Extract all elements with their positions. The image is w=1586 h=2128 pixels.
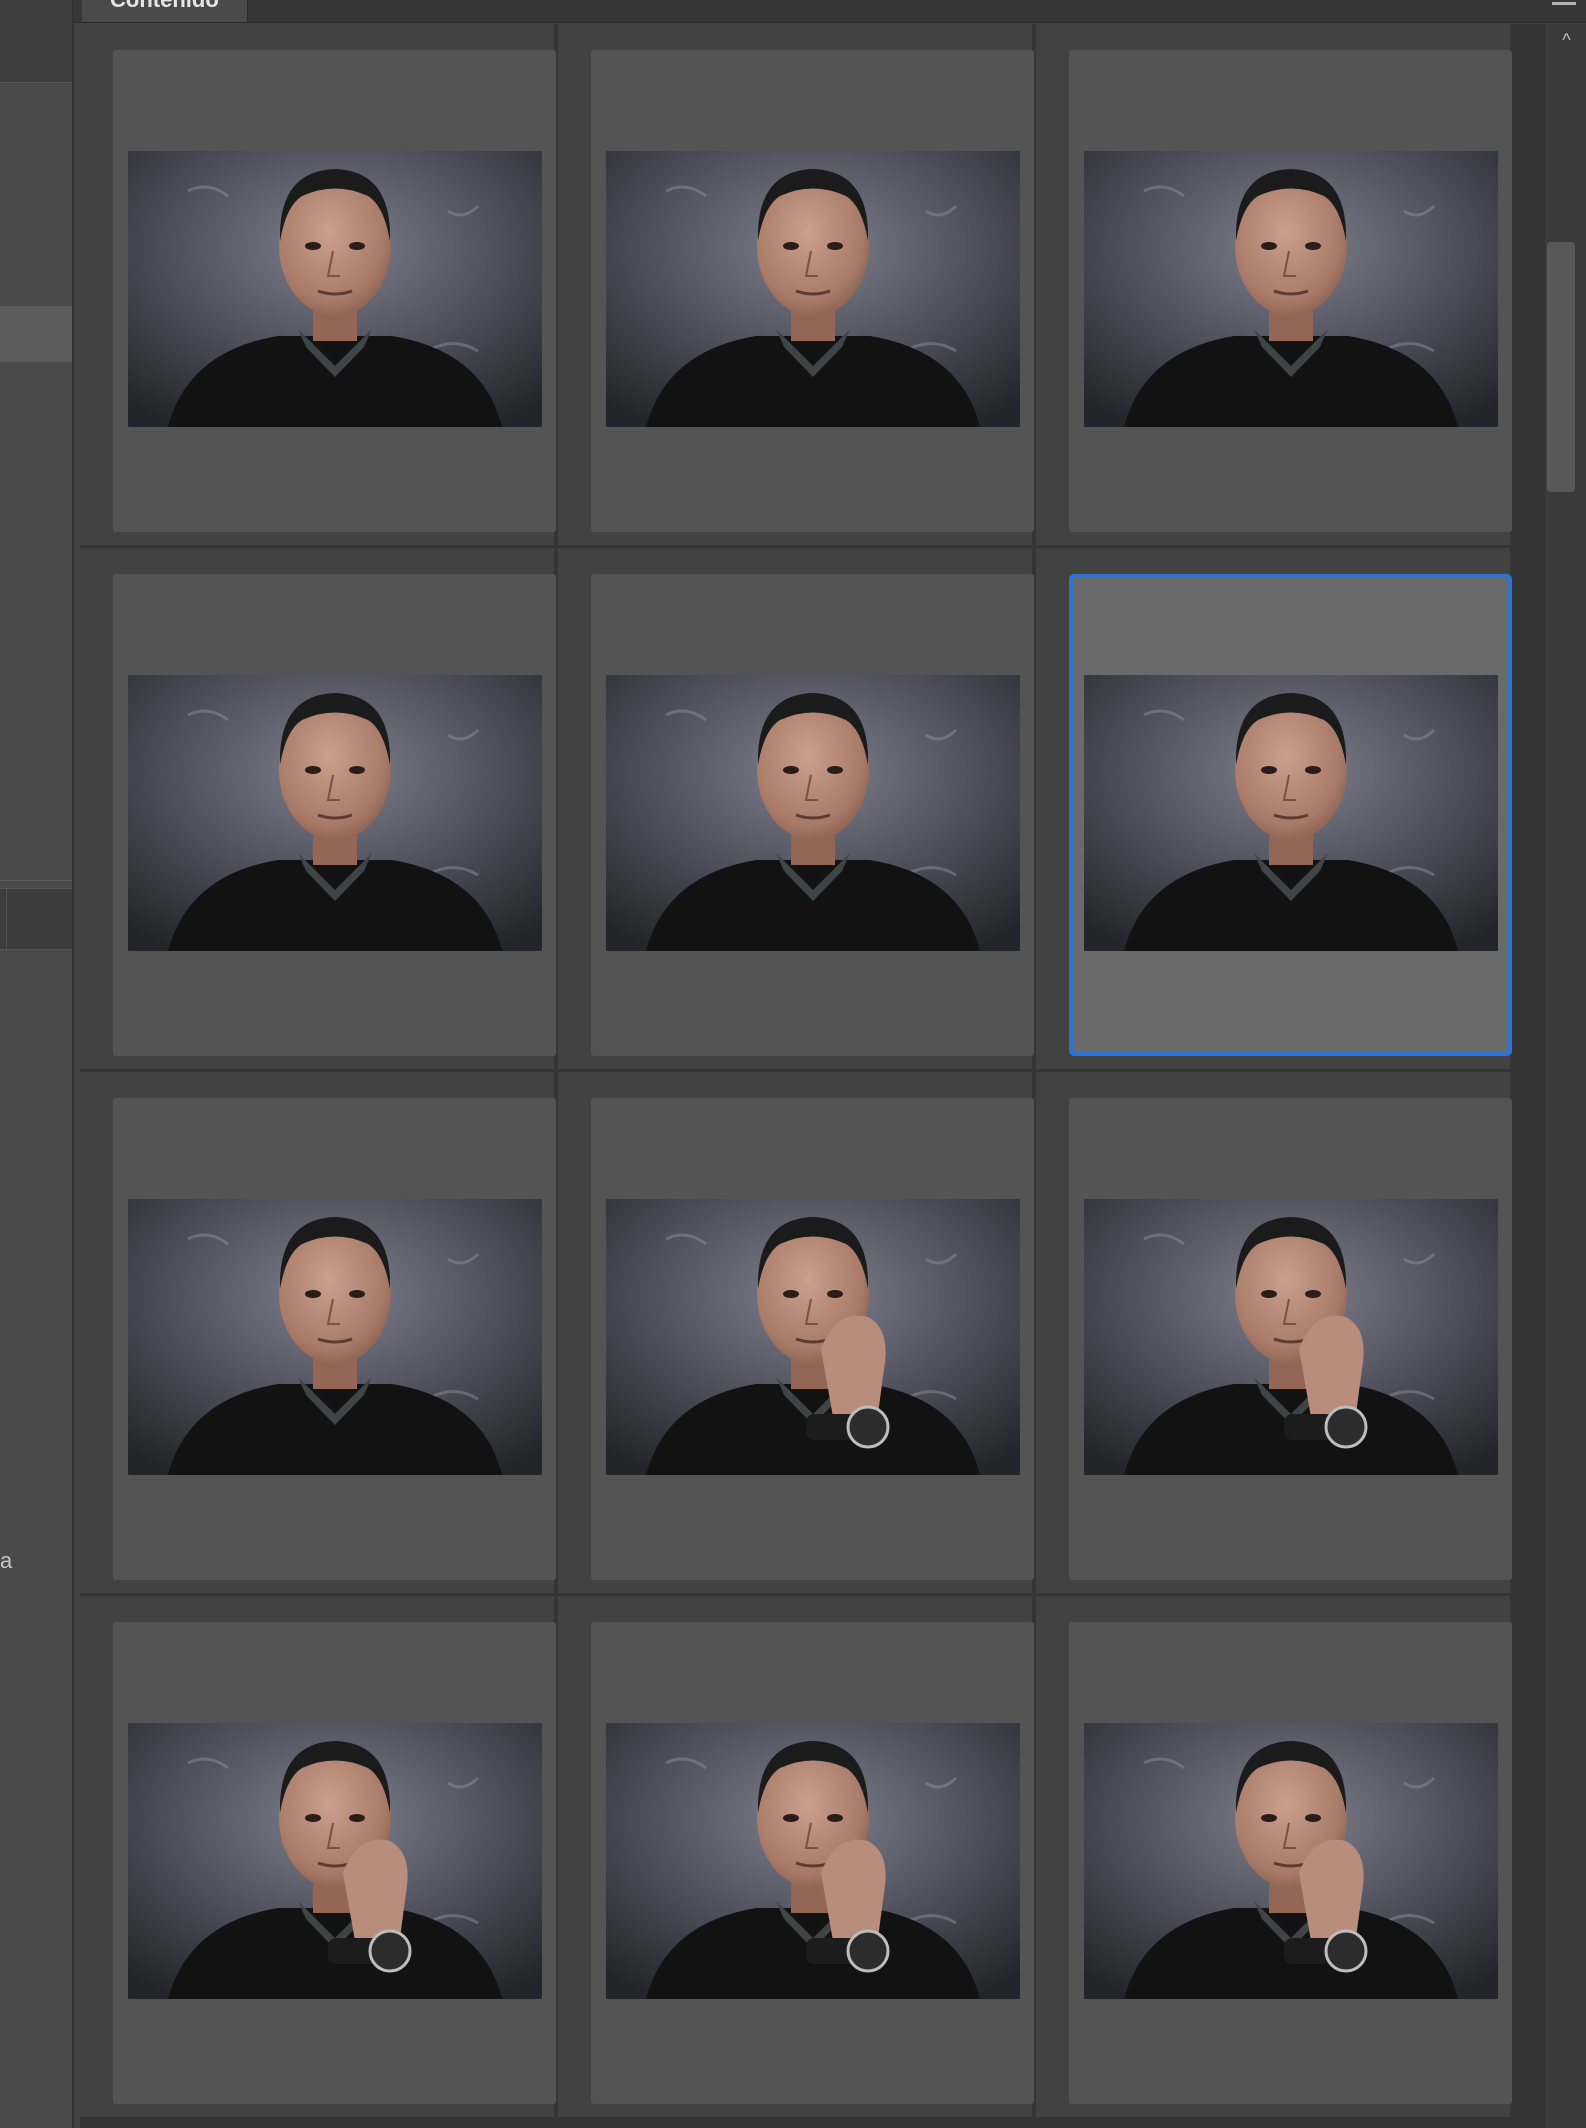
left-panel-header <box>0 0 72 83</box>
thumbnail-card[interactable] <box>113 1622 556 2104</box>
portrait-thumbnail-image <box>606 675 1020 951</box>
tab-contenido[interactable]: Contenido <box>82 0 248 22</box>
portrait-thumbnail-image <box>1084 1199 1498 1475</box>
thumbnail-cell[interactable] <box>558 1072 1034 1593</box>
thumbnail-card[interactable] <box>591 1622 1034 2104</box>
left-panel-tab-bar[interactable] <box>0 888 72 950</box>
thumbnail-card[interactable] <box>591 1098 1034 1580</box>
portrait-thumbnail-image <box>128 675 542 951</box>
thumbnail-card[interactable] <box>591 50 1034 532</box>
portrait-thumbnail-image <box>1084 1723 1498 1999</box>
portrait-thumbnail-image <box>606 151 1020 427</box>
scroll-up-icon[interactable]: ^ <box>1547 28 1586 52</box>
thumbnail-cell[interactable] <box>1036 548 1512 1069</box>
portrait-thumbnail-image <box>128 1723 542 1999</box>
thumbnail-cell[interactable] <box>558 548 1034 1069</box>
thumbnail-grid <box>80 24 1546 2128</box>
thumbnail-cell[interactable] <box>80 1072 556 1593</box>
thumbnail-cell[interactable] <box>80 548 556 1069</box>
thumbnail-card[interactable] <box>591 574 1034 1056</box>
left-panel-divider <box>0 880 72 881</box>
portrait-thumbnail-image <box>128 1199 542 1475</box>
left-panel-partial-label: a <box>0 1548 13 1573</box>
thumbnail-card[interactable] <box>1069 1622 1512 2104</box>
thumbnail-cell[interactable] <box>80 24 556 545</box>
thumbnail-card-selected[interactable] <box>1069 574 1512 1056</box>
thumbnail-cell[interactable] <box>558 24 1034 545</box>
vertical-scrollbar[interactable]: ^ <box>1547 24 1586 2128</box>
thumbnail-card[interactable] <box>1069 50 1512 532</box>
portrait-thumbnail-image <box>606 1723 1020 1999</box>
thumbnail-cell[interactable] <box>80 1596 556 2117</box>
thumbnail-card[interactable] <box>113 1098 556 1580</box>
portrait-thumbnail-image <box>606 1199 1020 1475</box>
panel-menu-icon[interactable] <box>1552 2 1576 5</box>
content-panel-header: Contenido <box>74 0 1586 23</box>
thumbnail-card[interactable] <box>113 50 556 532</box>
thumbnail-cell[interactable] <box>1036 1596 1512 2117</box>
thumbnail-card[interactable] <box>113 574 556 1056</box>
left-panel: a <box>0 0 74 2128</box>
portrait-thumbnail-image <box>128 151 542 427</box>
thumbnail-cell[interactable] <box>1036 24 1512 545</box>
scrollbar-thumb[interactable] <box>1547 242 1575 492</box>
tab-bar-separator <box>6 889 7 949</box>
portrait-thumbnail-image <box>1084 151 1498 427</box>
thumbnail-card[interactable] <box>1069 1098 1512 1580</box>
left-panel-selected-item[interactable] <box>0 306 72 362</box>
portrait-thumbnail-image <box>1084 675 1498 951</box>
thumbnail-cell[interactable] <box>558 1596 1034 2117</box>
thumbnail-cell[interactable] <box>1036 1072 1512 1593</box>
